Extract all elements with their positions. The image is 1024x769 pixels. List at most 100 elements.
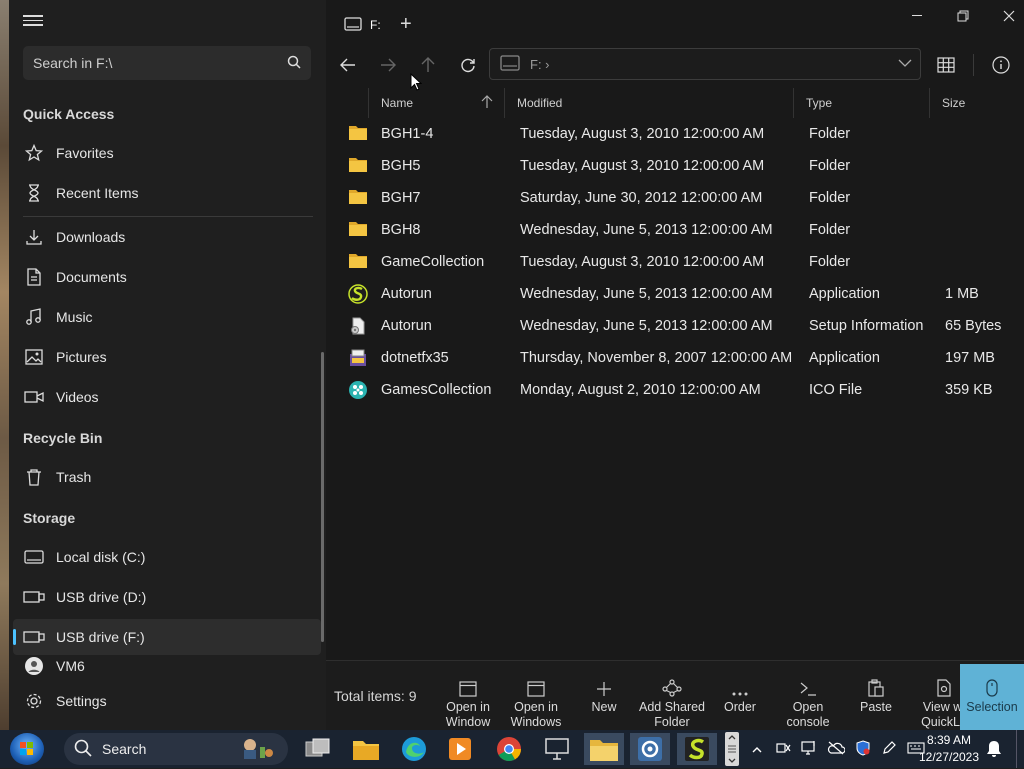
- notification-bell-icon[interactable]: [986, 740, 1002, 761]
- main-pane: F: + F: › Name Modified Type Size BGH1-4…: [326, 0, 1024, 731]
- tool-label: Add Shared: [638, 700, 706, 714]
- taskbar-app-remote-desktop-icon[interactable]: [537, 733, 577, 765]
- back-button[interactable]: [335, 52, 361, 78]
- tool-label: Open in: [514, 700, 558, 714]
- order-button[interactable]: Order: [705, 675, 775, 715]
- gear-icon: [23, 690, 45, 712]
- taskbar-app-edge-icon[interactable]: [394, 733, 434, 765]
- open-in-windows-button[interactable]: Open in Windows: [501, 675, 571, 730]
- file-type: Folder: [809, 158, 851, 174]
- search-icon[interactable]: [287, 55, 301, 72]
- file-modified: Saturday, June 30, 2012 12:00:00 AM: [520, 190, 763, 206]
- column-separator[interactable]: [504, 88, 505, 118]
- start-button[interactable]: [10, 733, 44, 765]
- plus-icon: [569, 675, 639, 697]
- close-button[interactable]: [994, 6, 1024, 26]
- column-separator[interactable]: [929, 88, 930, 118]
- tab-f-drive[interactable]: F:: [336, 10, 389, 40]
- taskbar-app-taskview-icon[interactable]: [298, 733, 338, 765]
- sidebar-item-music[interactable]: Music: [13, 299, 321, 335]
- selection-button[interactable]: Selection: [960, 664, 1024, 731]
- tray-pen-icon[interactable]: [881, 740, 897, 759]
- taskbar-app-media-player-icon[interactable]: [440, 733, 480, 765]
- grid-view-button[interactable]: [933, 52, 959, 78]
- new-tab-button[interactable]: +: [400, 13, 412, 36]
- system-tray: [750, 730, 930, 768]
- sidebar-item-label: USB drive (D:): [56, 589, 147, 605]
- search-input[interactable]: [33, 55, 287, 71]
- file-row[interactable]: BGH7 Saturday, June 30, 2012 12:00:00 AM F…: [326, 182, 1024, 214]
- sidebar-item-trash[interactable]: Trash: [13, 459, 321, 495]
- hamburger-menu-icon[interactable]: [23, 12, 43, 32]
- add-shared-folder-button[interactable]: Add Shared Folder: [637, 675, 707, 730]
- sidebar-item-local-c[interactable]: Local disk (C:): [13, 539, 321, 575]
- column-header-name[interactable]: Name: [381, 90, 413, 116]
- file-name: Autorun: [381, 286, 432, 302]
- minimize-button[interactable]: [902, 6, 932, 26]
- forward-button[interactable]: [375, 52, 401, 78]
- tray-onedrive-off-icon[interactable]: [827, 741, 846, 758]
- open-console-button[interactable]: Open console: [773, 675, 843, 730]
- file-row[interactable]: BGH5 Tuesday, August 3, 2010 12:00:00 AM F…: [326, 150, 1024, 182]
- info-button[interactable]: [988, 52, 1014, 78]
- taskbar-clock[interactable]: 8:39 AM 12/27/2023: [918, 732, 980, 766]
- sidebar-item-recent[interactable]: Recent Items: [13, 175, 321, 211]
- sidebar-item-videos[interactable]: Videos: [13, 379, 321, 415]
- new-button[interactable]: New: [569, 675, 639, 715]
- paste-button[interactable]: Paste: [841, 675, 911, 715]
- sidebar-scrollbar[interactable]: [321, 352, 324, 642]
- file-row[interactable]: dotnetfx35 Thursday, November 8, 2007 12:…: [326, 342, 1024, 374]
- sidebar-item-pictures[interactable]: Pictures: [13, 339, 321, 375]
- file-row[interactable]: GamesCollection Monday, August 2, 2010 12…: [326, 374, 1024, 406]
- sidebar-item-downloads[interactable]: Downloads: [13, 219, 321, 255]
- sidebar-item-documents[interactable]: Documents: [13, 259, 321, 295]
- file-row[interactable]: GameCollection Tuesday, August 3, 2010 12…: [326, 246, 1024, 278]
- windows-logo-icon: [20, 742, 33, 755]
- column-header-size[interactable]: Size: [942, 90, 965, 116]
- taskbar-search[interactable]: Search: [64, 733, 288, 765]
- sort-ascending-icon[interactable]: [481, 95, 493, 112]
- tray-security-shield-icon[interactable]: [855, 739, 871, 759]
- file-row[interactable]: Autorun Wednesday, June 5, 2013 12:00:00 …: [326, 278, 1024, 310]
- taskbar-app-settings-icon[interactable]: [630, 733, 670, 765]
- taskbar-app-chrome-icon[interactable]: [489, 733, 529, 765]
- file-name: BGH8: [381, 222, 421, 238]
- sidebar-item-favorites[interactable]: Favorites: [13, 135, 321, 171]
- sidebar-item-label: Favorites: [56, 145, 114, 161]
- file-size: 197 MB: [945, 350, 995, 366]
- refresh-button[interactable]: [455, 52, 481, 78]
- column-header-modified[interactable]: Modified: [517, 90, 562, 116]
- address-path: F: ›: [530, 56, 550, 72]
- file-name: BGH5: [381, 158, 421, 174]
- toolbar-divider: [973, 54, 974, 76]
- sidebar-item-settings[interactable]: Settings: [13, 683, 321, 719]
- taskbar-app-file-explorer-icon[interactable]: [346, 733, 386, 765]
- sidebar-item-usb-d[interactable]: USB drive (D:): [13, 579, 321, 615]
- column-separator[interactable]: [793, 88, 794, 118]
- sidebar-item-label: Downloads: [56, 229, 126, 245]
- sidebar-search[interactable]: [23, 46, 311, 80]
- open-in-window-button[interactable]: Open in Window: [433, 675, 503, 730]
- address-bar[interactable]: F: ›: [489, 48, 921, 80]
- file-row[interactable]: BGH1-4 Tuesday, August 3, 2010 12:00:00 A…: [326, 118, 1024, 150]
- tray-display-icon[interactable]: [801, 740, 817, 759]
- show-desktop-button[interactable]: [1016, 730, 1024, 768]
- column-header-type[interactable]: Type: [806, 90, 832, 116]
- sidebar-item-label: Documents: [56, 269, 127, 285]
- taskbar-app-files-icon[interactable]: [584, 733, 624, 765]
- file-modified: Thursday, November 8, 2007 12:00:00 AM: [520, 350, 793, 366]
- more-dots-icon: [705, 675, 775, 697]
- maximize-button[interactable]: [948, 6, 978, 26]
- drive-icon: [500, 54, 520, 74]
- tray-usb-eject-icon[interactable]: [775, 740, 791, 759]
- column-separator: [368, 88, 369, 118]
- sidebar-item-vm6[interactable]: VM6: [13, 648, 321, 684]
- taskbar-app-s-launcher-icon[interactable]: [677, 733, 717, 765]
- taskbar-scroll-icon[interactable]: [725, 732, 739, 766]
- chevron-down-icon[interactable]: [898, 56, 912, 73]
- tray-overflow-chevron-up-icon[interactable]: [752, 741, 762, 757]
- file-row[interactable]: Autorun Wednesday, June 5, 2013 12:00:00 …: [326, 310, 1024, 342]
- folder-icon: [348, 252, 368, 272]
- file-row[interactable]: BGH8 Wednesday, June 5, 2013 12:00:00 AM F…: [326, 214, 1024, 246]
- file-name: Autorun: [381, 318, 432, 334]
